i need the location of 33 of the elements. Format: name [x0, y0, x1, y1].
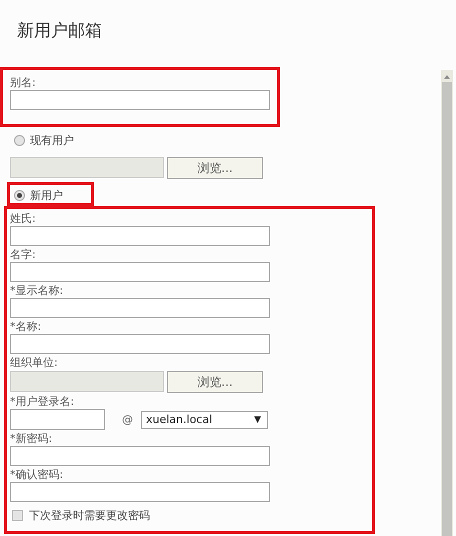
browse-button[interactable]: 浏览... — [167, 157, 263, 179]
field-label: *显示名称: — [10, 283, 64, 298]
input-field[interactable] — [10, 226, 270, 246]
browse-button[interactable]: 浏览... — [167, 371, 263, 393]
checkbox-label: 下次登录时需要更改密码 — [29, 508, 150, 523]
field-label: 别名: — [10, 75, 37, 90]
radio-label: 新用户 — [30, 188, 63, 203]
field-label: 组织单位: — [10, 355, 59, 370]
domain-dropdown[interactable]: xuelan.local ▼ — [141, 410, 268, 428]
dialog-title: 新用户邮箱 — [17, 20, 103, 43]
scrollbar-thumb[interactable] — [442, 82, 452, 536]
input-field[interactable] — [10, 446, 270, 466]
radio-label: 现有用户 — [30, 133, 74, 148]
field-label: *用户登录名: — [10, 394, 76, 409]
input-field[interactable] — [10, 90, 270, 110]
input-field[interactable] — [10, 482, 270, 502]
field-label: 姓氏: — [10, 211, 37, 226]
input-field[interactable] — [10, 298, 270, 318]
checkbox[interactable] — [12, 510, 23, 521]
field-label: *确认密码: — [10, 467, 64, 482]
input-field[interactable] — [10, 334, 270, 354]
dropdown-value: xuelan.local — [146, 413, 212, 426]
radio-button[interactable] — [14, 135, 25, 146]
field-label: 名字: — [10, 247, 37, 262]
radio-button[interactable] — [14, 190, 25, 201]
caret-icon: ▼ — [254, 414, 261, 424]
field-label: *名称: — [10, 319, 42, 334]
scroll-up-icon[interactable] — [444, 75, 450, 79]
field-label: *新密码: — [10, 431, 54, 446]
scrollbar[interactable] — [441, 70, 453, 536]
at-sign: @ — [122, 413, 133, 426]
input-field[interactable] — [10, 262, 270, 282]
input-field[interactable] — [10, 409, 105, 430]
